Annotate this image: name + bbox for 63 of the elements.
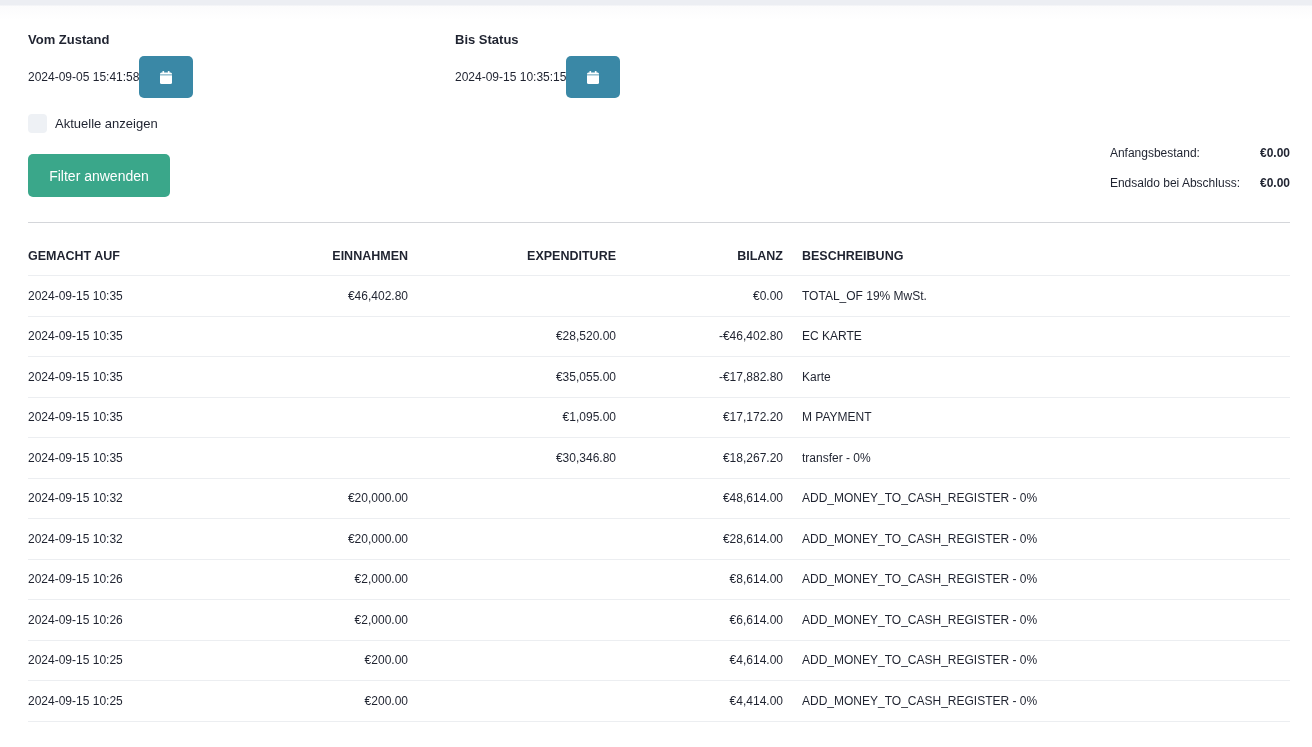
table-cell: Karte bbox=[802, 369, 831, 384]
checkbox-label: Aktuelle anzeigen bbox=[55, 116, 158, 131]
table-cell: €2,000.00 bbox=[354, 572, 408, 587]
table-cell: EC KARTE bbox=[802, 329, 862, 344]
summary-value: €0.00 bbox=[1259, 176, 1290, 190]
table-cell: €0.00 bbox=[752, 288, 783, 303]
date-value: 2024-09-15 10:35:15 bbox=[455, 70, 567, 84]
table-cell: €18,267.20 bbox=[722, 450, 783, 465]
table-cell: €200.00 bbox=[364, 653, 408, 668]
summary-value: €0.00 bbox=[1259, 146, 1290, 160]
table-cell: €46,402.80 bbox=[347, 288, 408, 303]
table-cell: €17,172.20 bbox=[722, 410, 783, 425]
summary-label: Endsaldo bei Abschluss: bbox=[1109, 176, 1240, 190]
table-cell: €8,614.00 bbox=[729, 572, 783, 587]
table-cell: €20,000.00 bbox=[347, 491, 408, 506]
table-cell: 2024-09-15 10:35 bbox=[28, 450, 123, 465]
filter-label: Vom Zustand bbox=[28, 32, 111, 47]
table-cell: TOTAL_OF 19% MwSt. bbox=[802, 288, 927, 303]
column-header: BESCHREIBUNG bbox=[802, 249, 904, 263]
column-header: EXPENDITURE bbox=[527, 249, 616, 263]
apply-filter-button[interactable]: Filter anwenden bbox=[28, 154, 170, 197]
column-header: EINNAHMEN bbox=[332, 249, 408, 263]
table-cell: €35,055.00 bbox=[555, 369, 616, 384]
table-cell: 2024-09-15 10:26 bbox=[28, 612, 123, 627]
column-header: BILANZ bbox=[737, 249, 783, 263]
table-cell: 2024-09-15 10:32 bbox=[28, 531, 123, 546]
table-cell: ADD_MONEY_TO_CASH_REGISTER - 0% bbox=[802, 653, 1038, 668]
table-cell: 2024-09-15 10:25 bbox=[28, 693, 123, 708]
table-cell: €48,614.00 bbox=[722, 491, 783, 506]
calendar-button[interactable] bbox=[566, 56, 621, 98]
table-cell: -€17,882.80 bbox=[718, 369, 783, 384]
table-cell: ADD_MONEY_TO_CASH_REGISTER - 0% bbox=[802, 531, 1038, 546]
table-cell: 2024-09-15 10:35 bbox=[28, 410, 123, 425]
table-cell: €4,614.00 bbox=[729, 653, 783, 668]
table-cell: 2024-09-15 10:25 bbox=[28, 653, 123, 668]
table-cell: 2024-09-15 10:35 bbox=[28, 369, 123, 384]
table-cell: M PAYMENT bbox=[802, 410, 872, 425]
table-cell: €2,000.00 bbox=[354, 612, 408, 627]
table-cell: transfer - 0% bbox=[802, 450, 871, 465]
table-cell: ADD_MONEY_TO_CASH_REGISTER - 0% bbox=[802, 572, 1038, 587]
table-cell: €1,095.00 bbox=[562, 410, 616, 425]
table-cell: €20,000.00 bbox=[347, 531, 408, 546]
filter-label: Bis Status bbox=[455, 32, 520, 47]
table-cell: 2024-09-15 10:35 bbox=[28, 329, 123, 344]
summary-label: Anfangsbestand: bbox=[1109, 146, 1201, 160]
table-cell: €28,614.00 bbox=[722, 531, 783, 546]
table-cell: €6,614.00 bbox=[729, 612, 783, 627]
table-cell: -€46,402.80 bbox=[718, 329, 783, 344]
table-cell: €30,346.80 bbox=[555, 450, 616, 465]
table-cell: €28,520.00 bbox=[555, 329, 616, 344]
table-cell: €4,414.00 bbox=[729, 693, 783, 708]
table-cell: ADD_MONEY_TO_CASH_REGISTER - 0% bbox=[802, 693, 1038, 708]
table-cell: 2024-09-15 10:35 bbox=[28, 288, 123, 303]
table-cell: ADD_MONEY_TO_CASH_REGISTER - 0% bbox=[802, 612, 1038, 627]
calendar-button[interactable] bbox=[139, 56, 194, 98]
date-value: 2024-09-05 15:41:58 bbox=[28, 70, 140, 84]
calendar-icon bbox=[587, 70, 600, 84]
table-cell: 2024-09-15 10:26 bbox=[28, 572, 123, 587]
column-header: GEMACHT AUF bbox=[28, 249, 120, 263]
table-cell: ADD_MONEY_TO_CASH_REGISTER - 0% bbox=[802, 491, 1038, 506]
calendar-icon bbox=[160, 70, 173, 84]
table-cell: 2024-09-15 10:32 bbox=[28, 491, 123, 506]
table-cell: €200.00 bbox=[364, 693, 408, 708]
